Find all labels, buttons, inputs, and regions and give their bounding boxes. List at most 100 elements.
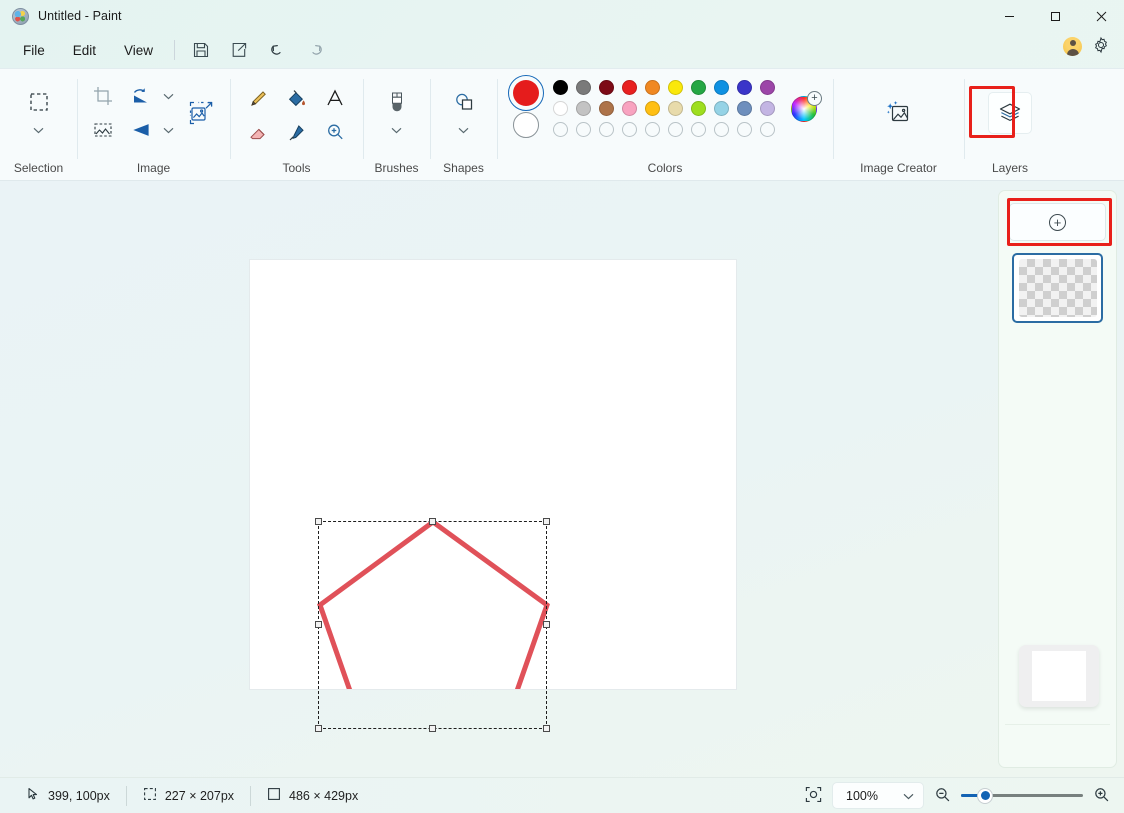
handle-top-center[interactable] bbox=[429, 518, 436, 525]
resize-image-icon[interactable] bbox=[178, 90, 224, 136]
layer-item-bottom[interactable] bbox=[1013, 641, 1104, 711]
menu-view[interactable]: View bbox=[111, 38, 166, 63]
brush-icon[interactable] bbox=[378, 83, 416, 121]
save-icon[interactable] bbox=[183, 35, 219, 65]
canvas-area[interactable] bbox=[0, 181, 998, 777]
handle-top-right[interactable] bbox=[543, 518, 550, 525]
slider-thumb[interactable] bbox=[977, 788, 993, 804]
undo-icon[interactable] bbox=[259, 35, 295, 65]
color-swatch-cell bbox=[641, 77, 664, 98]
color-swatch-r1c5[interactable] bbox=[645, 80, 660, 95]
shapes-chevron-down-icon[interactable] bbox=[455, 119, 473, 141]
minimize-button[interactable] bbox=[986, 0, 1032, 32]
color-swatch-r3c1[interactable] bbox=[553, 122, 568, 137]
color-swatch-cell bbox=[687, 98, 710, 119]
color-swatch-cell bbox=[549, 119, 572, 140]
color-swatch-r2c7[interactable] bbox=[691, 101, 706, 116]
color-swatch-r3c7[interactable] bbox=[691, 122, 706, 137]
handle-bottom-left[interactable] bbox=[315, 725, 322, 732]
color-swatch-cell bbox=[572, 98, 595, 119]
zoom-level-select[interactable]: 100% bbox=[832, 782, 924, 809]
color-swatch-r2c6[interactable] bbox=[668, 101, 683, 116]
color-swatch-cell bbox=[756, 119, 779, 140]
color-swatch-r2c4[interactable] bbox=[622, 101, 637, 116]
text-icon[interactable] bbox=[316, 79, 354, 117]
color-picker-icon[interactable] bbox=[278, 113, 316, 151]
color-swatch-r3c8[interactable] bbox=[714, 122, 729, 137]
color-swatch-r1c2[interactable] bbox=[576, 80, 591, 95]
color-swatch-r2c9[interactable] bbox=[737, 101, 752, 116]
gear-icon[interactable] bbox=[1092, 36, 1110, 57]
color-swatch-cell bbox=[618, 119, 641, 140]
zoom-controls: 100% bbox=[805, 782, 1110, 809]
brushes-chevron-down-icon[interactable] bbox=[388, 119, 406, 141]
color-swatch-r3c4[interactable] bbox=[622, 122, 637, 137]
magnifier-icon[interactable] bbox=[316, 113, 354, 151]
color-swatch-r1c7[interactable] bbox=[691, 80, 706, 95]
zoom-out-icon[interactable] bbox=[934, 786, 951, 806]
cursor-position-item: 399, 100px bbox=[10, 785, 126, 807]
color-swatch-r2c3[interactable] bbox=[599, 101, 614, 116]
color-swatch-r3c10[interactable] bbox=[760, 122, 775, 137]
color-swatch-r1c10[interactable] bbox=[760, 80, 775, 95]
handle-bottom-center[interactable] bbox=[429, 725, 436, 732]
fit-to-window-icon[interactable] bbox=[805, 786, 822, 806]
rotate-chevron-down-icon[interactable] bbox=[160, 85, 178, 107]
menu-file[interactable]: File bbox=[10, 38, 58, 63]
primary-color-swatch[interactable] bbox=[513, 80, 539, 106]
ribbon-group-shapes: Shapes bbox=[430, 69, 497, 181]
color-wheel-icon[interactable]: + bbox=[791, 96, 817, 122]
image-creator-icon[interactable] bbox=[876, 92, 922, 134]
add-layer-button[interactable]: + bbox=[1009, 203, 1106, 241]
color-swatch-r3c9[interactable] bbox=[737, 122, 752, 137]
color-swatch-r1c3[interactable] bbox=[599, 80, 614, 95]
share-icon[interactable] bbox=[221, 35, 257, 65]
color-swatch-r2c2[interactable] bbox=[576, 101, 591, 116]
ribbon-group-colors: + Colors bbox=[497, 69, 833, 181]
canvas-size-text: 486 × 429px bbox=[289, 789, 358, 803]
color-swatch-r2c5[interactable] bbox=[645, 101, 660, 116]
color-swatch-r3c2[interactable] bbox=[576, 122, 591, 137]
color-swatch-r1c4[interactable] bbox=[622, 80, 637, 95]
layers-button[interactable] bbox=[988, 92, 1032, 134]
color-swatch-r1c8[interactable] bbox=[714, 80, 729, 95]
select-transparent-icon[interactable] bbox=[84, 111, 122, 149]
rectangular-selection-icon[interactable] bbox=[20, 83, 58, 121]
color-swatch-r1c6[interactable] bbox=[668, 80, 683, 95]
menu-bar: File Edit View bbox=[0, 32, 1124, 68]
close-button[interactable] bbox=[1078, 0, 1124, 32]
fill-with-color-icon[interactable] bbox=[278, 79, 316, 117]
secondary-color-swatch[interactable] bbox=[513, 112, 539, 138]
color-swatch-r2c1[interactable] bbox=[553, 101, 568, 116]
shapes-icon[interactable] bbox=[445, 83, 483, 121]
avatar[interactable] bbox=[1063, 37, 1082, 56]
zoom-in-icon[interactable] bbox=[1093, 786, 1110, 806]
flip-chevron-down-icon[interactable] bbox=[160, 119, 178, 141]
menu-edit[interactable]: Edit bbox=[60, 38, 109, 63]
pencil-icon[interactable] bbox=[240, 79, 278, 117]
selection-chevron-down-icon[interactable] bbox=[30, 119, 48, 141]
maximize-button[interactable] bbox=[1032, 0, 1078, 32]
color-swatch-r2c8[interactable] bbox=[714, 101, 729, 116]
flip-icon[interactable] bbox=[122, 111, 160, 149]
handle-bottom-right[interactable] bbox=[543, 725, 550, 732]
crop-icon[interactable] bbox=[84, 77, 122, 115]
handle-middle-left[interactable] bbox=[315, 621, 322, 628]
color-swatch-r3c6[interactable] bbox=[668, 122, 683, 137]
rotate-icon[interactable] bbox=[122, 77, 160, 115]
color-swatch-cell bbox=[710, 119, 733, 140]
layer-item-top[interactable] bbox=[1012, 253, 1103, 323]
color-swatch-cell bbox=[595, 98, 618, 119]
handle-top-left[interactable] bbox=[315, 518, 322, 525]
redo-icon[interactable] bbox=[297, 35, 333, 65]
color-swatch-r1c9[interactable] bbox=[737, 80, 752, 95]
zoom-slider[interactable] bbox=[961, 788, 1083, 804]
color-swatch-r3c5[interactable] bbox=[645, 122, 660, 137]
color-swatch-r3c3[interactable] bbox=[599, 122, 614, 137]
ribbon-group-label: Colors bbox=[497, 161, 833, 175]
color-swatch-r2c10[interactable] bbox=[760, 101, 775, 116]
handle-middle-right[interactable] bbox=[543, 621, 550, 628]
selection-bounding-box[interactable] bbox=[318, 521, 547, 729]
color-swatch-r1c1[interactable] bbox=[553, 80, 568, 95]
eraser-icon[interactable] bbox=[240, 113, 278, 151]
